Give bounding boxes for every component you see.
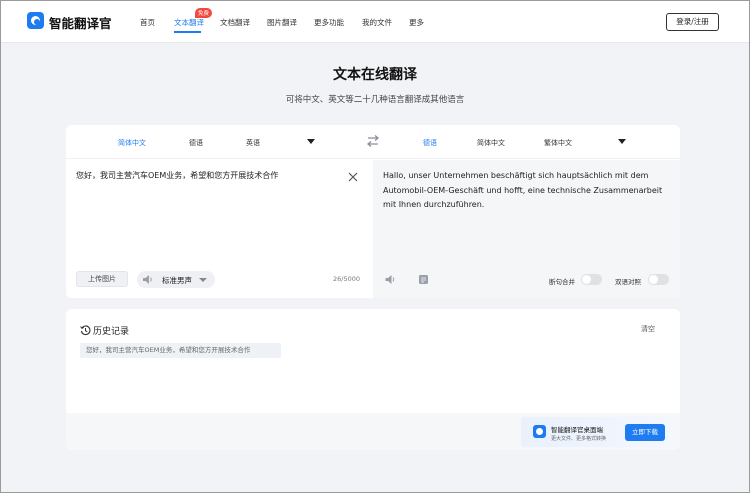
desktop-promo: 智能翻译官桌面端 更大文件、更多格式转换 立即下载 [521,417,671,447]
active-nav-indicator [174,31,201,33]
clear-text-icon[interactable] [348,172,358,182]
target-lang-dropdown-icon[interactable] [618,139,626,144]
top-header: 智能翻译官 首页 文本翻译 免费 文档翻译 图片翻译 更多功能 我的文件 更多 … [1,1,749,43]
free-badge: 免费 [195,8,213,18]
app-logo-icon[interactable] [27,12,44,29]
desktop-app-logo-icon [533,425,546,438]
copy-icon[interactable] [418,274,429,285]
nav-image-translate[interactable]: 图片翻译 [267,17,297,28]
voice-label: 标准男声 [162,276,192,285]
page-title: 文本在线翻译 [333,67,417,83]
language-bar: 简体中文 德语 英语 德语 简体中文 繁体中文 [66,125,680,159]
source-lang-chinese[interactable]: 简体中文 [118,138,146,148]
translated-text: Hallo, unser Unternehmen beschäftigt sic… [383,171,663,209]
source-lang-dropdown-icon[interactable] [307,139,315,144]
target-speaker-icon[interactable] [384,274,397,285]
promo-subtitle: 更大文件、更多格式转换 [551,436,607,442]
source-pane[interactable]: 您好，我司主营汽车OEM业务，希望和您方开展技术合作 上传图片 标准男声 26/… [66,160,373,298]
translator-card: 简体中文 德语 英语 德语 简体中文 繁体中文 您好，我司主营汽车OEM业务，希… [66,125,680,298]
target-lang-chinese[interactable]: 简体中文 [477,138,505,148]
speaker-icon[interactable] [142,274,154,285]
history-card: 历史记录 清空 您好，我司主营汽车OEM业务，希望和您方开展技术合作 智能翻译官… [66,309,680,450]
chevron-down-icon [199,278,207,282]
target-lang-traditional-chinese[interactable]: 繁体中文 [544,138,572,148]
source-text-input[interactable]: 您好，我司主营汽车OEM业务，希望和您方开展技术合作 [76,170,346,182]
target-pane: Hallo, unser Unternehmen beschäftigt sic… [373,160,680,298]
nav-my-files[interactable]: 我的文件 [362,17,392,28]
nav-text-translate[interactable]: 文本翻译 [174,17,204,28]
history-title: 历史记录 [93,327,130,337]
login-register-button[interactable]: 登录/注册 [666,13,719,31]
character-count: 26/5000 [333,275,361,283]
brand-name[interactable]: 智能翻译官 [49,13,112,32]
upload-image-button[interactable]: 上传图片 [76,271,128,287]
bilingual-label: 双语对照 [615,278,641,286]
voice-selector[interactable]: 标准男声 [137,271,215,288]
nav-document-translate[interactable]: 文档翻译 [220,17,250,28]
nav-more[interactable]: 更多 [409,17,424,28]
history-clock-icon [80,325,91,336]
nav-more-features[interactable]: 更多功能 [314,17,344,28]
swap-languages-icon[interactable] [366,134,380,148]
download-button[interactable]: 立即下载 [625,424,665,441]
source-lang-english[interactable]: 英语 [246,138,260,148]
promo-title: 智能翻译官桌面端 [551,426,603,434]
history-item[interactable]: 您好，我司主营汽车OEM业务，希望和您方开展技术合作 [80,343,281,358]
target-lang-german[interactable]: 德语 [423,138,437,148]
clear-history-button[interactable]: 清空 [641,324,655,334]
bilingual-toggle[interactable] [648,274,669,285]
page-subtitle: 可将中文、英文等二十几种语言翻译成其他语言 [285,95,465,105]
nav-home[interactable]: 首页 [140,17,155,28]
history-footer: 智能翻译官桌面端 更大文件、更多格式转换 立即下载 [66,413,680,450]
source-lang-german[interactable]: 德语 [189,138,203,148]
sentence-merge-label: 断句合并 [549,278,575,286]
sentence-merge-toggle[interactable] [581,274,602,285]
